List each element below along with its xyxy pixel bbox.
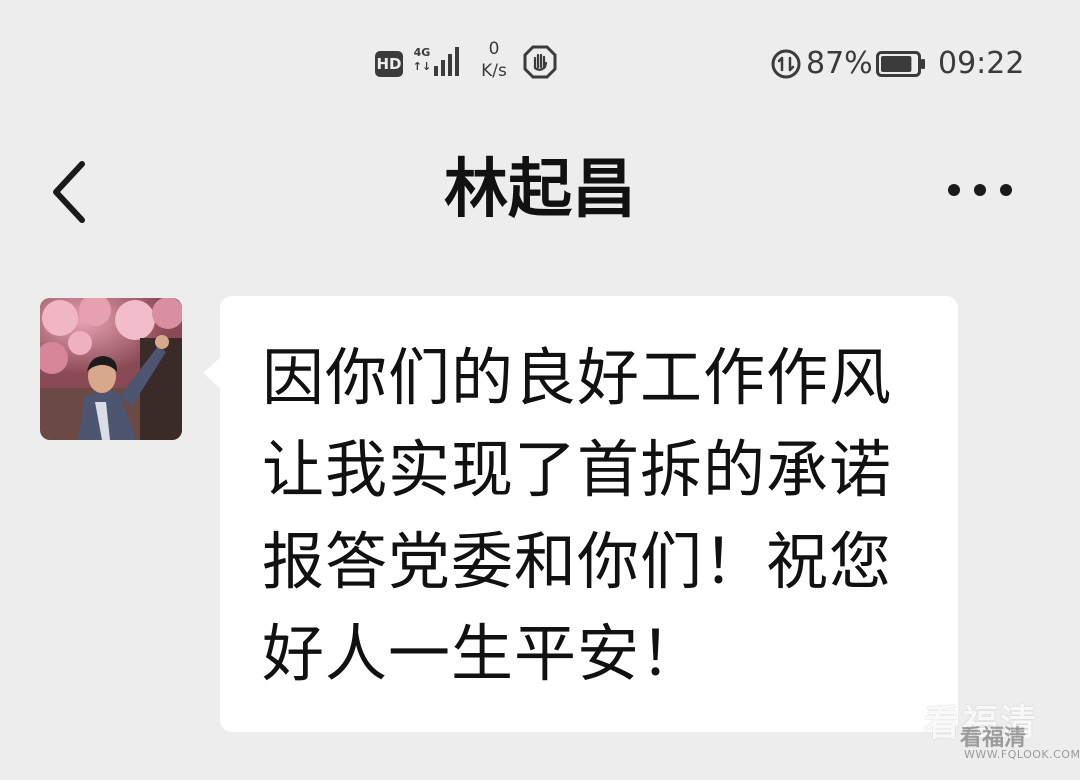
message-line: 因你们的良好工作作风 xyxy=(262,341,893,414)
watermark: 看福清 看福清 WWW.FQLOOK.COM xyxy=(920,694,1080,770)
chat-screen: HD 4G ↑↓ 0 K/s 87% 09:22 林起昌 因你们的良好工作作风 … xyxy=(0,0,1080,780)
network-type: 4G ↑↓ xyxy=(412,46,432,80)
message-bubble[interactable]: 因你们的良好工作作风 让我实现了首拆的承诺 报答党委和你们！祝您 好人一生平安！ xyxy=(220,296,958,732)
network-type-label: 4G xyxy=(413,46,431,59)
hd-badge: HD xyxy=(375,51,403,77)
message-line: 让我实现了首拆的承诺 xyxy=(262,433,893,506)
bubble-tail xyxy=(203,357,221,389)
more-dots-icon[interactable] xyxy=(940,170,1020,210)
watermark-url: WWW.FQLOOK.COM xyxy=(964,748,1080,761)
message-line: 好人一生平安！ xyxy=(262,617,704,690)
battery-fill xyxy=(881,56,912,72)
status-bar: HD 4G ↑↓ 0 K/s 87% 09:22 xyxy=(0,0,1080,120)
avatar-photo xyxy=(40,298,182,440)
battery-percent: 87% xyxy=(806,46,873,81)
message-text: 因你们的良好工作作风 让我实现了首拆的承诺 报答党委和你们！祝您 好人一生平安！ xyxy=(262,332,922,700)
contact-avatar[interactable] xyxy=(40,298,182,440)
message-line: 报答党委和你们！祝您 xyxy=(262,525,893,598)
network-speed-unit: K/s xyxy=(481,61,507,81)
chat-title: 林起昌 xyxy=(444,153,636,227)
chat-header: 林起昌 xyxy=(0,130,1080,250)
cellular-signal-icon xyxy=(434,47,459,76)
chevron-left-icon[interactable] xyxy=(40,152,100,232)
network-speed: 0 K/s xyxy=(476,38,512,84)
clock-time: 09:22 xyxy=(938,46,1025,81)
battery-icon xyxy=(876,51,925,77)
network-arrows: ↑↓ xyxy=(412,60,432,73)
network-speed-value: 0 xyxy=(488,39,500,59)
stop-hand-icon xyxy=(523,45,557,79)
data-sync-icon xyxy=(771,49,801,79)
